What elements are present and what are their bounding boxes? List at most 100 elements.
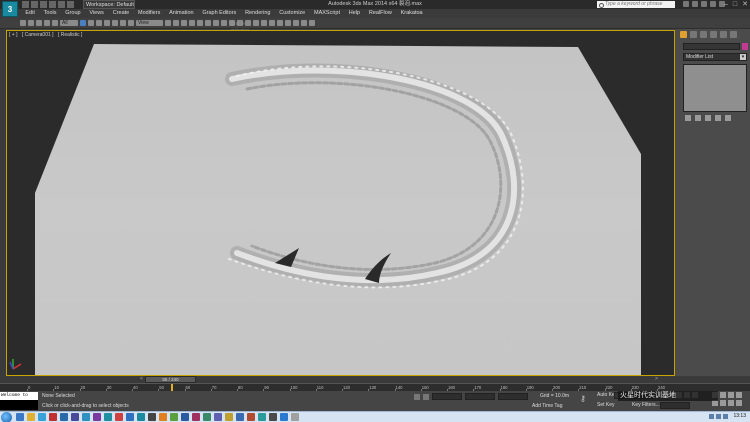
percent-snap-icon[interactable] [205, 20, 211, 26]
graphite-toolbar-icon[interactable] [261, 20, 267, 26]
zoom-extents-all-icon[interactable] [736, 392, 742, 398]
add-time-tag-button[interactable]: Add Time Tag [532, 403, 562, 409]
app-logo-icon[interactable]: 3 [2, 1, 18, 17]
network-icon[interactable] [709, 413, 715, 419]
volume-icon[interactable] [716, 413, 722, 419]
align-icon[interactable] [245, 20, 251, 26]
explorer-icon[interactable] [27, 413, 35, 421]
schematic-view-icon[interactable] [277, 20, 283, 26]
app-icon[interactable] [82, 413, 90, 421]
snaps-toggle-icon[interactable] [189, 20, 195, 26]
app-icon[interactable] [225, 413, 233, 421]
select-and-move-icon[interactable] [112, 20, 118, 26]
viewport-camera-label[interactable]: [ Camera001 ] [22, 32, 54, 38]
camera-viewport[interactable]: [ + ] [ Camera001 ] [ Realistic ] [6, 30, 675, 376]
create-tab-icon[interactable] [680, 31, 687, 38]
app-icon[interactable] [203, 413, 211, 421]
reference-coordinate-dropdown[interactable]: View [136, 20, 163, 26]
viewport-menu-label[interactable]: [ + ] [9, 32, 17, 38]
app-icon[interactable] [115, 413, 123, 421]
menu-maxscript[interactable]: MAXScript [310, 9, 345, 18]
app-icon[interactable] [71, 413, 79, 421]
zoom-extents-icon[interactable] [728, 392, 734, 398]
clock[interactable]: 13:13 [733, 413, 746, 419]
app-icon[interactable] [280, 413, 288, 421]
app-icon[interactable] [291, 413, 299, 421]
select-by-name-icon[interactable] [88, 20, 94, 26]
motion-tab-icon[interactable] [710, 31, 717, 38]
menu-edit[interactable]: Edit [21, 9, 39, 18]
search-input[interactable]: Type a keyword or phrase [597, 1, 675, 8]
maxscript-listener[interactable]: Welcome to MAXS [0, 392, 38, 410]
bind-space-warp-icon[interactable] [52, 20, 58, 26]
app-icon[interactable] [93, 413, 101, 421]
curve-editor-icon[interactable] [269, 20, 275, 26]
select-and-rotate-icon[interactable] [120, 20, 126, 26]
set-key-button[interactable]: Set Key [597, 402, 615, 408]
app-icon[interactable] [170, 413, 178, 421]
named-selection-dropdown[interactable]: Create Selection Se [229, 20, 250, 40]
window-crossing-icon[interactable] [104, 20, 110, 26]
menu-animation[interactable]: Animation [165, 9, 198, 18]
current-frame-field[interactable] [660, 402, 690, 409]
layer-manager-icon[interactable] [253, 20, 259, 26]
menu-group[interactable]: Group [61, 9, 85, 18]
menu-krakatoa[interactable]: Krakatoa [396, 9, 427, 18]
media-icon[interactable] [49, 413, 57, 421]
next-frame-icon[interactable]: > [655, 376, 658, 383]
app-icon[interactable] [258, 413, 266, 421]
app-icon[interactable] [214, 413, 222, 421]
orbit-icon[interactable] [728, 400, 734, 406]
app-icon[interactable] [126, 413, 134, 421]
menu-graph-editors[interactable]: Graph Editors [198, 9, 241, 18]
menu-customize[interactable]: Customize [275, 9, 310, 18]
rectangular-selection-icon[interactable] [96, 20, 102, 26]
lock-selection-icon[interactable] [414, 393, 420, 400]
absolute-mode-icon[interactable] [423, 393, 429, 400]
rendered-frame-icon[interactable] [301, 20, 307, 26]
object-color-swatch[interactable] [742, 43, 748, 50]
menu-realflow[interactable]: RealFlow [364, 9, 396, 18]
key-icon[interactable]: ⚷ [580, 395, 590, 403]
previous-frame-icon[interactable]: < [140, 376, 143, 383]
qq-icon[interactable] [38, 413, 46, 421]
modify-tab-icon[interactable] [690, 31, 697, 38]
input-method-icon[interactable] [723, 413, 729, 419]
mirror-icon[interactable] [237, 20, 243, 26]
render-setup-icon[interactable] [293, 20, 299, 26]
maximize-button[interactable]: □ [733, 0, 737, 9]
select-and-scale-icon[interactable] [128, 20, 134, 26]
link-icon[interactable] [36, 20, 42, 26]
time-slider-thumb[interactable]: 55 / 240 [145, 376, 196, 383]
pan-icon[interactable] [720, 400, 726, 406]
pin-stack-icon[interactable] [685, 115, 691, 121]
3dsmax-icon[interactable] [137, 413, 145, 421]
app-icon[interactable] [104, 413, 112, 421]
viewport-shading-label[interactable]: [ Realistic ] [58, 32, 82, 38]
app-icon[interactable] [247, 413, 255, 421]
hierarchy-tab-icon[interactable] [700, 31, 707, 38]
subscription-icon[interactable] [692, 1, 698, 7]
unlink-icon[interactable] [44, 20, 50, 26]
select-object-icon[interactable] [80, 20, 86, 26]
undo-icon[interactable] [20, 20, 26, 26]
z-coordinate-field[interactable] [498, 393, 528, 400]
ie-icon[interactable] [16, 413, 24, 421]
menu-rendering[interactable]: Rendering [241, 9, 275, 18]
app-icon[interactable] [236, 413, 244, 421]
show-end-result-icon[interactable] [695, 115, 701, 121]
zoom-all-icon[interactable] [720, 392, 726, 398]
spinner-snap-icon[interactable] [213, 20, 219, 26]
render-production-icon[interactable] [309, 20, 315, 26]
modifier-stack[interactable] [683, 64, 747, 112]
redo-icon[interactable] [28, 20, 34, 26]
make-unique-icon[interactable] [705, 115, 711, 121]
remove-modifier-icon[interactable] [715, 115, 721, 121]
selection-filter-dropdown[interactable]: All [60, 20, 78, 26]
communication-icon[interactable] [701, 1, 707, 7]
app-icon[interactable] [192, 413, 200, 421]
keyboard-shortcut-icon[interactable] [181, 20, 187, 26]
water-plane[interactable] [35, 44, 641, 376]
configure-modifier-sets-icon[interactable] [725, 115, 731, 121]
track-bar[interactable]: 0 10 20 30 40 50 60 70 80 90 100 110 120 130 140 150 160… [0, 383, 750, 392]
